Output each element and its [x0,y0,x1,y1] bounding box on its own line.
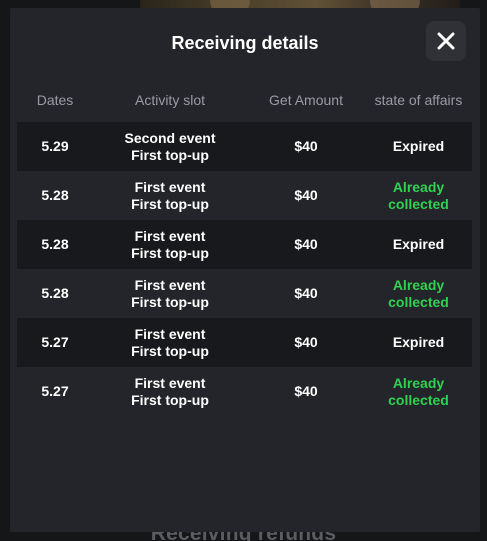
row-slot-name: First top-up [131,195,209,212]
row-amount: $40 [294,334,318,350]
close-button[interactable] [426,21,466,61]
row-slot-name: First top-up [131,293,209,310]
row-amount: $40 [294,187,318,203]
row-activity-slot: First event First top-up [93,220,247,269]
row-event-name: First event [134,325,206,342]
row-status: Already collected [388,178,449,212]
receiving-details-modal: Receiving details Dates Activity slot Ge… [10,8,480,532]
row-slot-name: First top-up [131,244,209,261]
row-event-name: First event [134,374,206,391]
close-icon [437,32,455,50]
row-event-name: First event [134,276,206,293]
row-slot-name: First top-up [131,391,209,408]
row-amount: $40 [294,285,318,301]
row-activity-slot: First event First top-up [93,171,247,220]
column-header-dates: Dates [36,92,74,108]
row-date: 5.28 [41,236,69,252]
row-amount: $40 [294,383,318,399]
row-event-name: First event [134,227,206,244]
row-slot-name: First top-up [131,342,209,359]
row-status: Expired [392,334,445,350]
column-header-activity-slot: Activity slot [134,92,205,108]
row-status: Expired [392,138,445,154]
receiving-details-table: Dates Activity slot Get Amount state of … [17,78,472,416]
column-header-state-of-affairs: state of affairs [374,92,463,108]
table-row: 5.28 First event First top-up $40 Already co… [17,171,472,220]
row-event-name: Second event [124,129,216,146]
table-body: 5.29 Second event First top-up $40 Expired 5.… [17,122,472,416]
table-row: 5.27 First event First top-up $40 Already co… [17,367,472,416]
row-slot-name: First top-up [131,146,209,163]
row-status: Already collected [388,276,449,310]
row-activity-slot: First event First top-up [93,367,247,416]
row-status: Expired [392,236,445,252]
table-row: 5.28 First event First top-up $40 Expired [17,220,472,269]
row-event-name: First event [134,178,206,195]
row-amount: $40 [294,138,318,154]
table-row: 5.29 Second event First top-up $40 Expired [17,122,472,171]
row-activity-slot: First event First top-up [93,318,247,367]
row-date: 5.28 [41,187,69,203]
table-row: 5.27 First event First top-up $40 Expired [17,318,472,367]
modal-title: Receiving details [171,33,319,53]
row-activity-slot: First event First top-up [93,269,247,318]
row-date: 5.28 [41,285,69,301]
row-activity-slot: Second event First top-up [93,122,247,171]
table-header: Dates Activity slot Get Amount state of … [17,78,472,122]
row-status: Already collected [388,374,449,408]
row-date: 5.27 [41,383,69,399]
table-row: 5.28 First event First top-up $40 Already co… [17,269,472,318]
row-date: 5.27 [41,334,69,350]
row-amount: $40 [294,236,318,252]
column-header-get-amount: Get Amount [269,92,343,108]
row-date: 5.29 [41,138,69,154]
